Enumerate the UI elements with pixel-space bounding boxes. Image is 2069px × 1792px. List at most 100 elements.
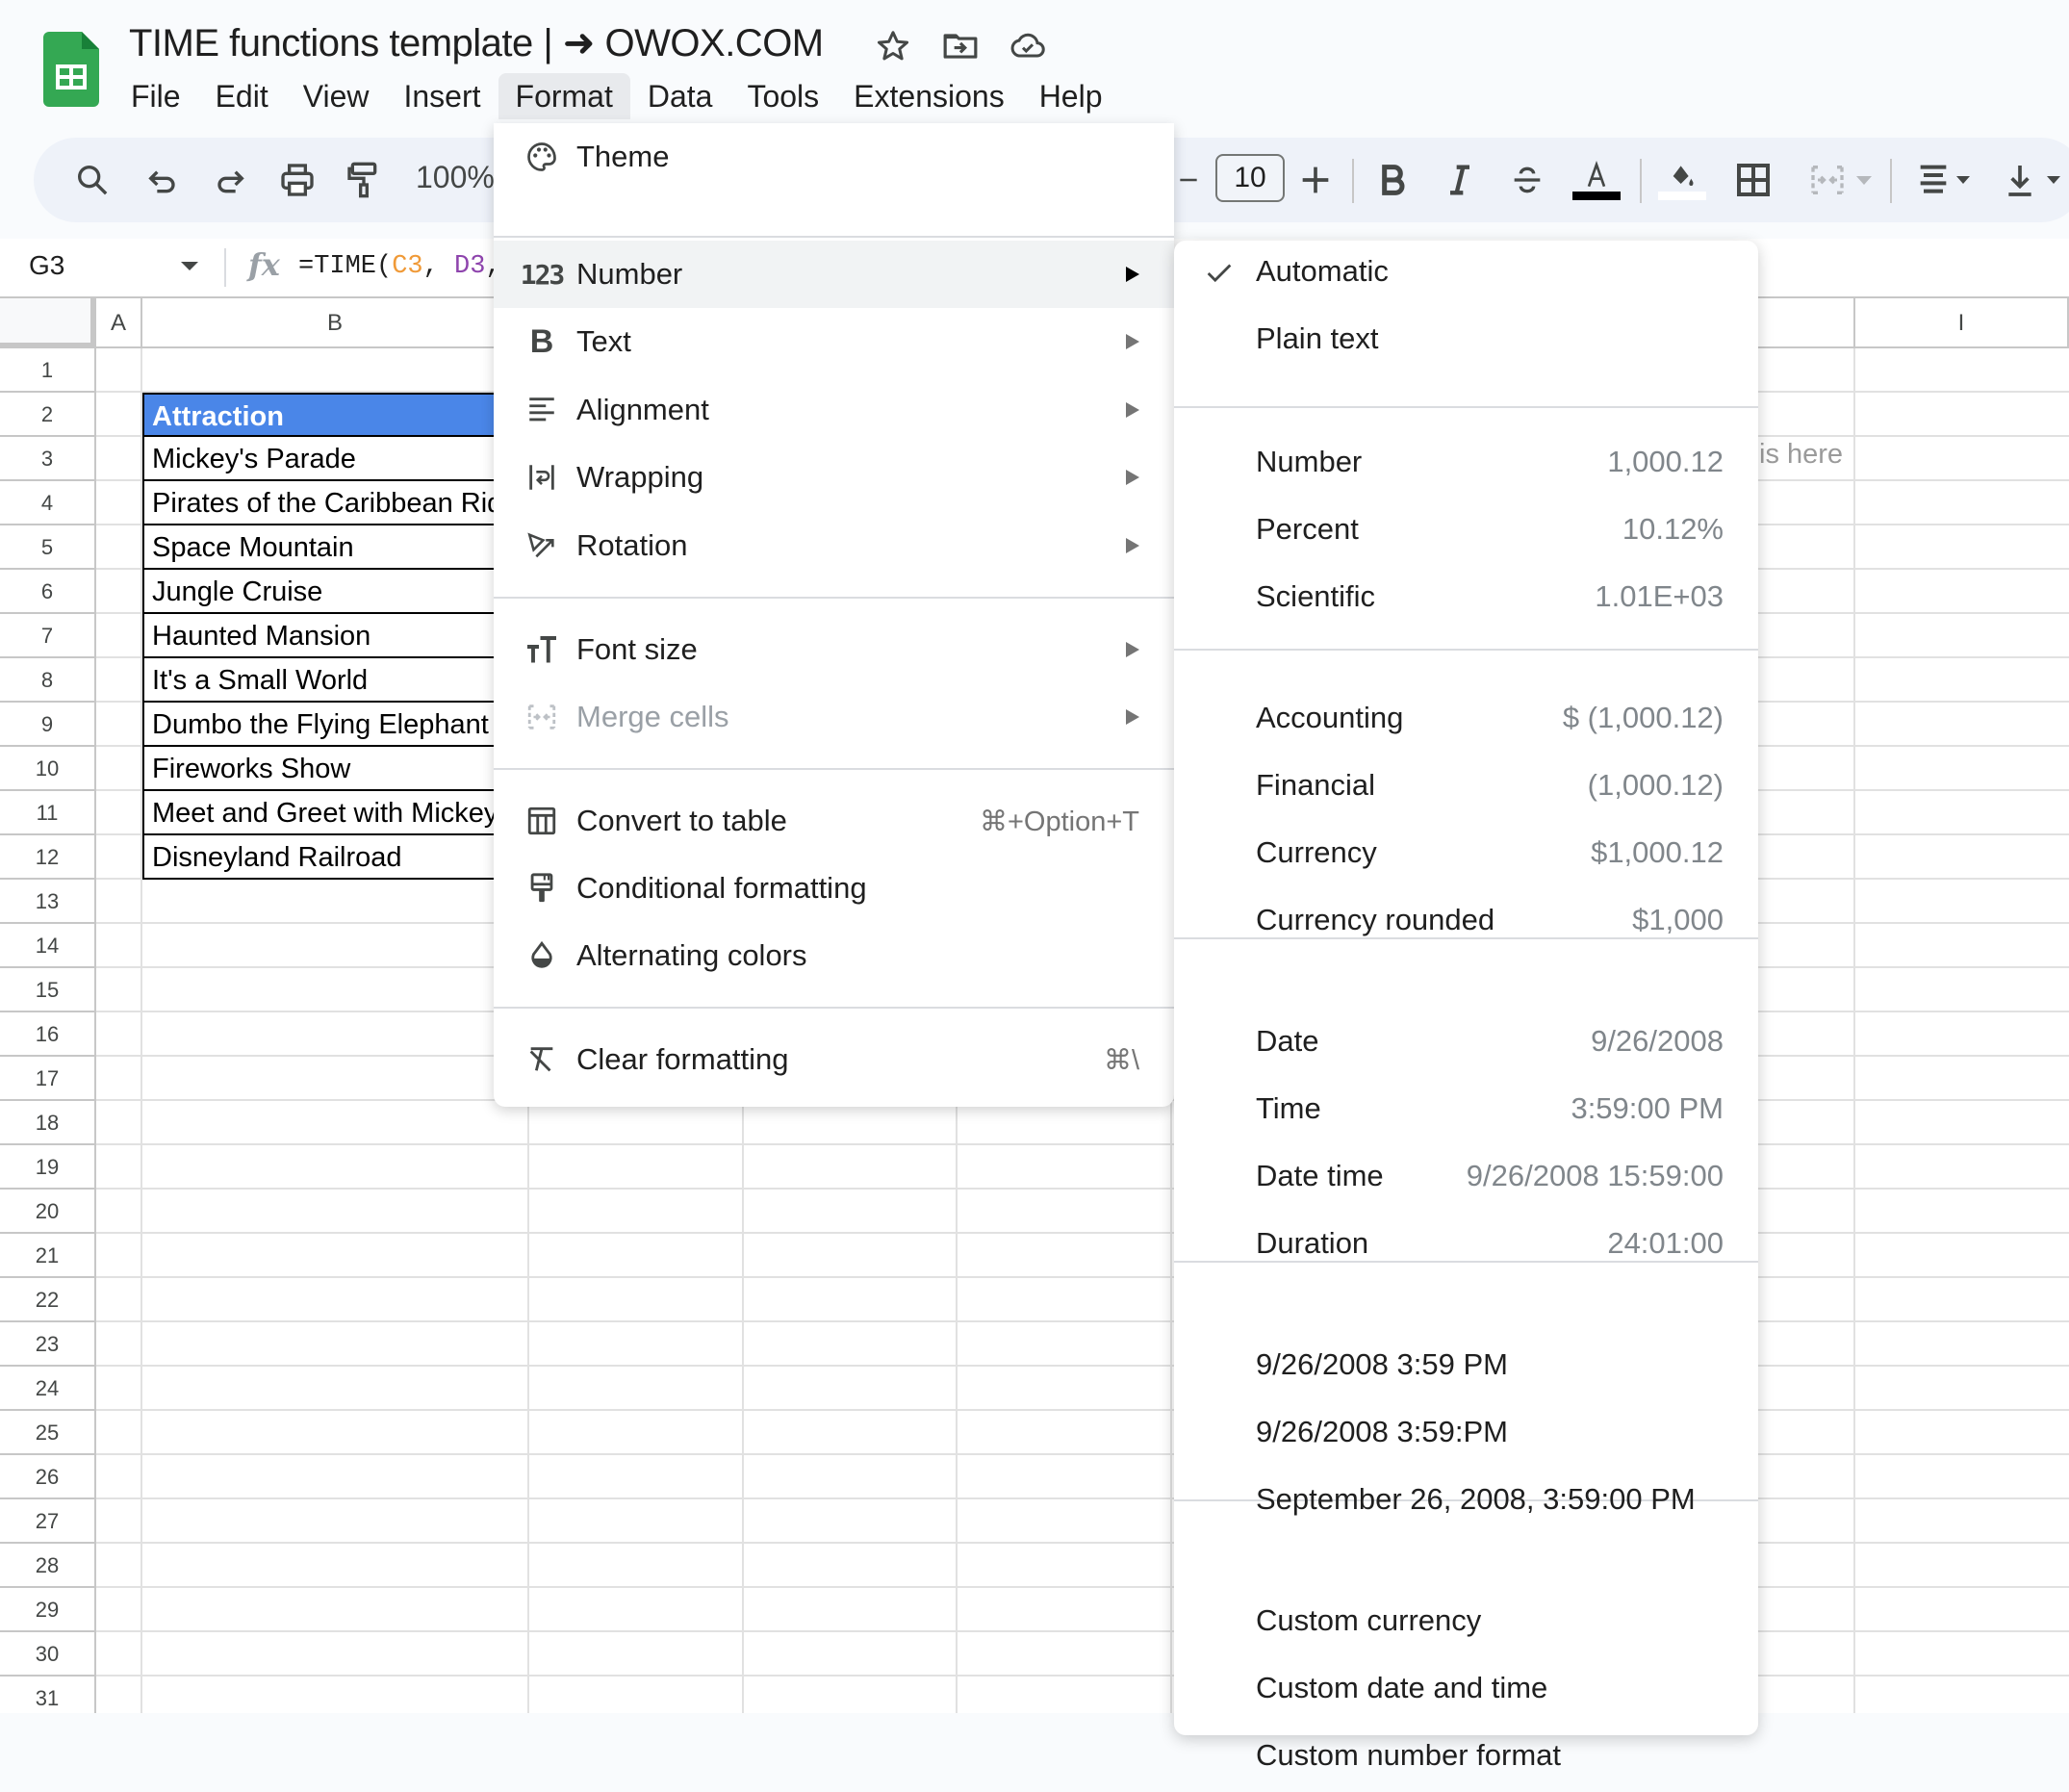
menu-item-convert-to-table[interactable]: Convert to table ⌘+Option+T xyxy=(494,787,1174,855)
print-icon[interactable] xyxy=(274,157,320,203)
row-header[interactable]: 23 xyxy=(0,1322,96,1367)
menu-item-conditional-formatting[interactable]: Conditional formatting xyxy=(494,855,1174,922)
menu-extensions[interactable]: Extensions xyxy=(836,73,1022,119)
horizontal-align-icon[interactable] xyxy=(1907,157,1977,203)
menu-data[interactable]: Data xyxy=(630,73,730,119)
number-format-accounting[interactable]: Accounting $ (1,000.12) xyxy=(1174,687,1758,755)
menu-insert[interactable]: Insert xyxy=(386,73,498,119)
vertical-align-icon[interactable] xyxy=(1992,157,2069,203)
menu-item-rotation[interactable]: Rotation xyxy=(494,512,1174,579)
move-to-folder-icon[interactable] xyxy=(941,27,980,65)
row-header[interactable]: 15 xyxy=(0,968,96,1012)
number-format-time[interactable]: Time 3:59:00 PM xyxy=(1174,1078,1758,1145)
menu-tools[interactable]: Tools xyxy=(729,73,836,119)
table-row-attraction[interactable]: It's a Small World xyxy=(142,658,547,703)
bold-icon[interactable] xyxy=(1371,157,1414,203)
name-box[interactable]: G3 xyxy=(29,250,64,281)
row-header[interactable]: 26 xyxy=(0,1455,96,1499)
table-row-attraction[interactable]: Haunted Mansion xyxy=(142,614,547,658)
number-format-scientific[interactable]: Scientific 1.01E+03 xyxy=(1174,566,1758,633)
table-row-attraction[interactable]: Pirates of the Caribbean Ride xyxy=(142,481,547,525)
number-format-percent[interactable]: Percent 10.12% xyxy=(1174,499,1758,566)
number-format-currency[interactable]: Currency $1,000.12 xyxy=(1174,822,1758,889)
menu-view[interactable]: View xyxy=(286,73,387,119)
number-format-currency-rounded[interactable]: Currency rounded $1,000 xyxy=(1174,889,1758,957)
row-header[interactable]: 3 xyxy=(0,437,96,481)
menu-item-wrapping[interactable]: Wrapping xyxy=(494,444,1174,511)
row-header[interactable]: 27 xyxy=(0,1499,96,1544)
row-header[interactable]: 5 xyxy=(0,525,96,570)
row-header[interactable]: 31 xyxy=(0,1677,96,1713)
name-box-dropdown-icon[interactable] xyxy=(181,262,198,270)
row-header[interactable]: 13 xyxy=(0,880,96,924)
table-row-attraction[interactable]: Disneyland Railroad xyxy=(142,835,547,880)
borders-icon[interactable] xyxy=(1732,157,1775,203)
sheets-logo[interactable] xyxy=(43,32,99,107)
menu-item-alternating-colors[interactable]: Alternating colors xyxy=(494,922,1174,989)
paint-format-icon[interactable] xyxy=(341,157,387,203)
column-header-a[interactable]: A xyxy=(96,298,142,348)
cell-h3-text[interactable]: is here xyxy=(1759,439,1843,471)
menu-item-text[interactable]: B Text xyxy=(494,308,1174,375)
select-all-corner[interactable] xyxy=(0,298,96,348)
menu-help[interactable]: Help xyxy=(1022,73,1120,119)
row-header[interactable]: 22 xyxy=(0,1278,96,1322)
fill-color-icon[interactable] xyxy=(1657,157,1707,203)
table-row-attraction[interactable]: Fireworks Show xyxy=(142,747,547,791)
text-color-icon[interactable] xyxy=(1571,157,1622,203)
menu-item-merge-cells[interactable]: Merge cells xyxy=(494,683,1174,751)
menu-edit[interactable]: Edit xyxy=(198,73,286,119)
row-header[interactable]: 16 xyxy=(0,1012,96,1057)
cloud-saved-icon[interactable] xyxy=(1009,27,1047,65)
row-header[interactable]: 8 xyxy=(0,658,96,703)
row-header[interactable]: 29 xyxy=(0,1588,96,1632)
row-header[interactable]: 28 xyxy=(0,1544,96,1588)
number-format-custom-currency[interactable]: Custom currency xyxy=(1174,1590,1758,1657)
row-header[interactable]: 4 xyxy=(0,481,96,525)
italic-icon[interactable] xyxy=(1439,157,1481,203)
number-format-custom-date-and-time[interactable]: Custom date and time xyxy=(1174,1657,1758,1725)
strikethrough-icon[interactable] xyxy=(1506,157,1548,203)
number-format-financial[interactable]: Financial (1,000.12) xyxy=(1174,755,1758,822)
column-header-b[interactable]: B xyxy=(142,298,529,348)
number-format-number[interactable]: Number 1,000.12 xyxy=(1174,431,1758,499)
number-format-date-time[interactable]: Date time 9/26/2008 15:59:00 xyxy=(1174,1145,1758,1213)
row-header[interactable]: 24 xyxy=(0,1367,96,1411)
table-row-attraction[interactable]: Meet and Greet with Mickey xyxy=(142,791,547,835)
row-header[interactable]: 25 xyxy=(0,1411,96,1455)
menu-item-clear-formatting[interactable]: Clear formatting ⌘\ xyxy=(494,1026,1174,1093)
table-row-attraction[interactable]: Dumbo the Flying Elephant xyxy=(142,703,547,747)
table-row-attraction[interactable]: Mickey's Parade xyxy=(142,437,547,481)
row-header[interactable]: 10 xyxy=(0,747,96,791)
row-header[interactable]: 21 xyxy=(0,1234,96,1278)
number-format-9-26-2008-3-59-pm[interactable]: 9/26/2008 3:59 PM xyxy=(1174,1334,1758,1401)
font-size-input[interactable]: 10 xyxy=(1215,154,1285,202)
increase-font-size-icon[interactable] xyxy=(1296,157,1335,203)
row-header[interactable]: 1 xyxy=(0,348,96,393)
merge-cells-icon[interactable] xyxy=(1801,157,1878,203)
number-format-plain-text[interactable]: Plain text xyxy=(1174,308,1758,375)
undo-icon[interactable] xyxy=(140,157,187,203)
table-row-attraction[interactable]: Space Mountain xyxy=(142,525,547,570)
row-header[interactable]: 6 xyxy=(0,570,96,614)
zoom-select[interactable]: 100% xyxy=(416,160,495,195)
column-header-i[interactable]: I xyxy=(1855,298,2069,348)
menu-item-alignment[interactable]: Alignment xyxy=(494,376,1174,444)
formula-input[interactable]: =TIME(C3, D3, xyxy=(298,252,501,281)
decrease-font-size-icon[interactable] xyxy=(1176,157,1201,203)
document-title[interactable]: TIME functions template | ➜ OWOX.COM xyxy=(129,21,824,65)
row-header[interactable]: 2 xyxy=(0,393,96,437)
number-format-september-26-2008-3-59-00-pm[interactable]: September 26, 2008, 3:59:00 PM xyxy=(1174,1469,1758,1536)
menu-item-theme[interactable]: Theme xyxy=(494,123,1174,191)
number-format-duration[interactable]: Duration 24:01:00 xyxy=(1174,1213,1758,1280)
row-header[interactable]: 20 xyxy=(0,1190,96,1234)
number-format-automatic[interactable]: Automatic xyxy=(1174,241,1758,308)
menu-item-font-size[interactable]: Font size xyxy=(494,616,1174,683)
number-format-9-26-2008-3-59-pm[interactable]: 9/26/2008 3:59:PM xyxy=(1174,1401,1758,1469)
cell-b2-header[interactable]: Attraction xyxy=(142,393,547,437)
menu-format[interactable]: Format xyxy=(498,73,630,119)
row-header[interactable]: 14 xyxy=(0,924,96,968)
redo-icon[interactable] xyxy=(206,157,252,203)
menu-item-number[interactable]: 123 Number xyxy=(494,241,1174,308)
table-row-attraction[interactable]: Jungle Cruise xyxy=(142,570,547,614)
